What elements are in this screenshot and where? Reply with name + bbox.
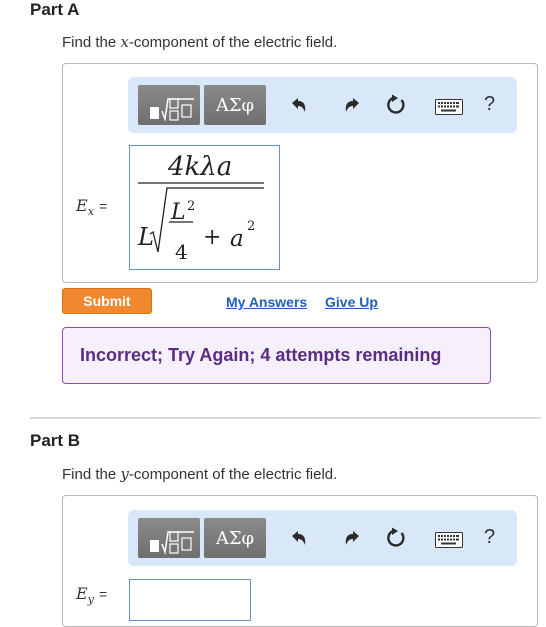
- templates-button[interactable]: [138, 85, 200, 125]
- help-icon: ?: [484, 93, 496, 115]
- prompt-text-post: -component of the electric field.: [128, 34, 338, 51]
- lhs-variable: E: [76, 196, 88, 215]
- lhs-subscript: x: [87, 205, 94, 219]
- answer-outer-factor: L: [138, 223, 154, 251]
- submit-button[interactable]: Submit: [62, 288, 152, 314]
- give-up-link[interactable]: Give Up: [325, 294, 378, 310]
- redo-button[interactable]: [340, 527, 364, 549]
- keyboard-icon: [435, 99, 463, 115]
- radicand-term-exponent: 2: [247, 219, 256, 234]
- redo-icon: [345, 98, 359, 112]
- undo-icon: [292, 531, 306, 545]
- radicand-fraction-numerator: L: [171, 200, 186, 225]
- radicand-term: a: [230, 226, 244, 252]
- greek-letters-button[interactable]: ΑΣφ: [204, 85, 266, 125]
- keyboard-icon: [435, 532, 463, 548]
- part-a-title: Part A: [30, 0, 80, 19]
- templates-icon: [150, 531, 194, 555]
- part-a-prompt: Find the x-component of the electric fie…: [62, 33, 337, 51]
- radicand-plus: +: [203, 225, 222, 250]
- help-button[interactable]: ?: [484, 93, 495, 116]
- templates-button[interactable]: [138, 518, 200, 558]
- templates-icon: [150, 98, 194, 122]
- section-divider: [30, 417, 541, 419]
- prompt-text-pre: Find the: [62, 466, 121, 483]
- part-a-answer-input[interactable]: 4kλa L L 2 4 + a 2: [129, 145, 280, 270]
- radicand-fraction-denominator: 4: [175, 240, 188, 264]
- greek-letters-icon: ΑΣφ: [215, 94, 255, 116]
- greek-letters-button[interactable]: ΑΣφ: [204, 518, 266, 558]
- part-b-prompt: Find the y-component of the electric fie…: [62, 465, 337, 483]
- part-b-lhs-label: Ey =: [76, 584, 107, 606]
- lhs-equals: =: [99, 198, 108, 214]
- feedback-message: Incorrect; Try Again; 4 attempts remaini…: [62, 327, 491, 384]
- reset-icon: [387, 527, 405, 547]
- part-b-answer-input[interactable]: [129, 579, 251, 621]
- prompt-text-post: -component of the electric field.: [128, 466, 338, 483]
- reset-button[interactable]: [384, 93, 408, 117]
- prompt-text-pre: Find the: [62, 34, 121, 51]
- keyboard-button[interactable]: [434, 98, 464, 116]
- undo-button[interactable]: [287, 527, 311, 549]
- part-a-lhs-label: Ex =: [76, 196, 107, 218]
- keyboard-button[interactable]: [434, 531, 464, 549]
- prompt-variable: y: [120, 465, 129, 483]
- lhs-variable: E: [76, 584, 88, 603]
- undo-icon: [292, 98, 306, 112]
- reset-button[interactable]: [384, 526, 408, 550]
- redo-icon: [345, 531, 359, 545]
- part-b-title: Part B: [30, 431, 81, 450]
- radicand-fraction-numerator-exponent: 2: [187, 199, 196, 214]
- undo-button[interactable]: [287, 94, 311, 116]
- help-button[interactable]: ?: [484, 526, 495, 549]
- redo-button[interactable]: [340, 94, 364, 116]
- help-icon: ?: [484, 526, 496, 548]
- reset-icon: [387, 94, 405, 114]
- greek-letters-icon: ΑΣφ: [215, 527, 255, 549]
- prompt-variable: x: [120, 33, 129, 51]
- my-answers-link[interactable]: My Answers: [226, 294, 307, 310]
